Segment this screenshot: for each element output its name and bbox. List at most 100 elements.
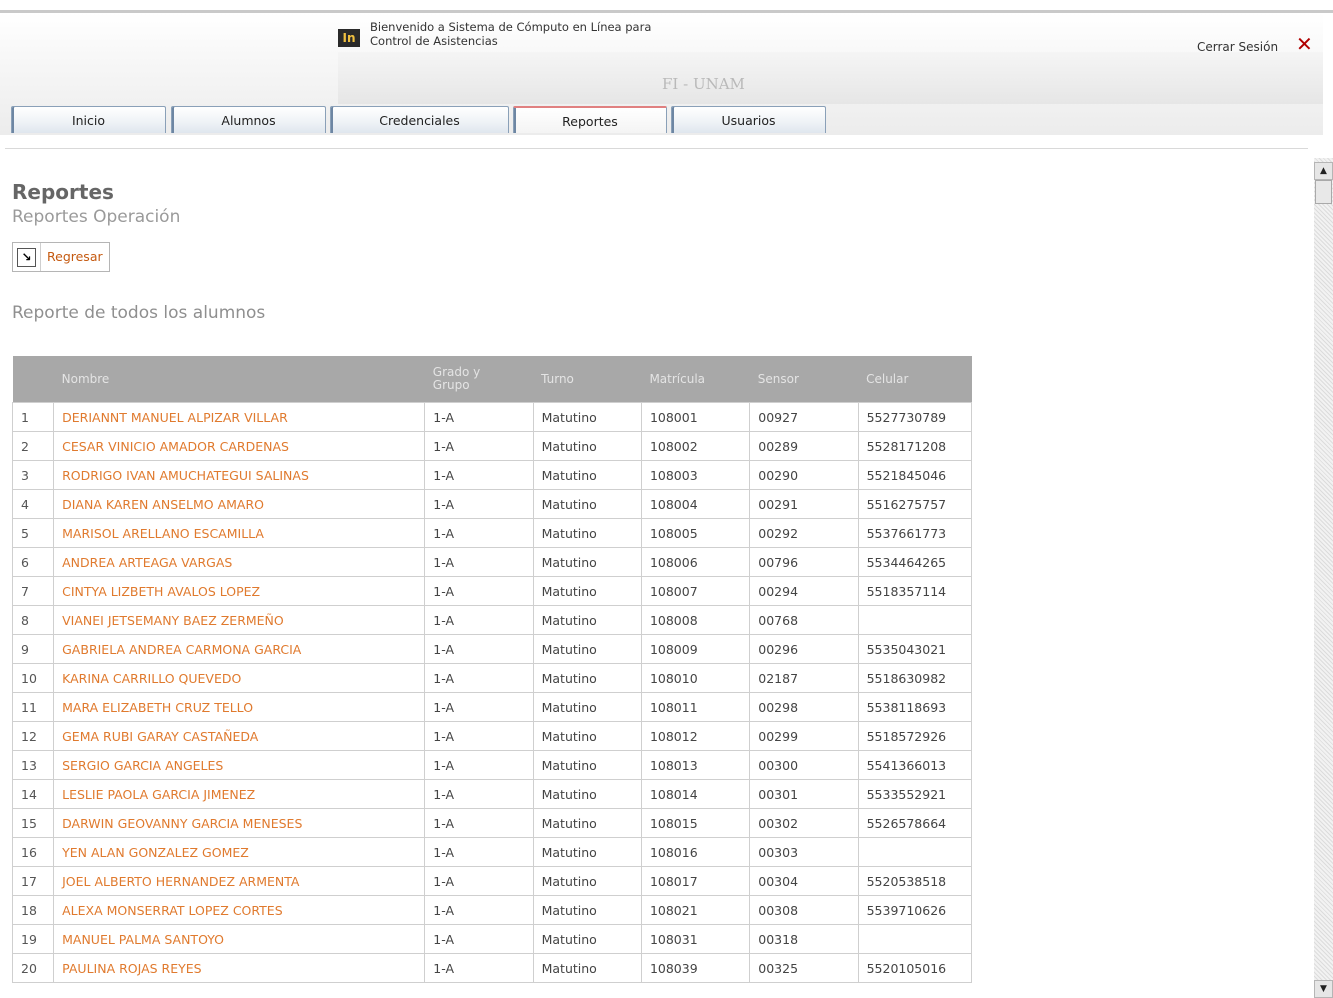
column-header: Sensor <box>749 356 859 403</box>
page-subtitle: Reportes Operación <box>12 207 181 227</box>
phone-cell: 5521845046 <box>857 460 973 490</box>
shift-cell: Matutino <box>532 750 642 780</box>
table-row: 15 DARWIN GEOVANNY GARCIA MENESES 1-A Matut… <box>11 808 973 838</box>
student-name-cell[interactable]: SERGIO GARCIA ANGELES <box>53 750 426 780</box>
divider <box>5 148 1308 149</box>
row-number-cell: 8 <box>11 605 55 635</box>
sensor-id-cell: 00296 <box>749 634 859 664</box>
grade-group-cell: 1-A <box>424 605 534 635</box>
column-header <box>12 356 54 403</box>
student-name-cell[interactable]: GEMA RUBI GARAY CASTAÑEDA <box>53 721 426 751</box>
phone-cell: 5516275757 <box>857 489 973 519</box>
grade-group-cell: 1-A <box>424 866 534 896</box>
student-name-cell[interactable]: DERIANNT MANUEL ALPIZAR VILLAR <box>53 402 426 432</box>
sensor-id-cell: 02187 <box>749 663 859 693</box>
report-title: Reporte de todos los alumnos <box>12 303 266 323</box>
enrollment-id-cell: 108031 <box>640 924 751 954</box>
enrollment-id-cell: 108016 <box>640 837 751 867</box>
tab-usuarios[interactable]: Usuarios <box>671 106 826 133</box>
table-row: 13 SERGIO GARCIA ANGELES 1-A Matutino 108013… <box>11 750 973 780</box>
phone-cell: 5520105016 <box>857 953 973 983</box>
back-button-label: Regresar <box>40 243 109 271</box>
enrollment-id-cell: 108015 <box>640 808 751 838</box>
enrollment-id-cell: 108006 <box>640 547 751 577</box>
table-row: 17 JOEL ALBERTO HERNANDEZ ARMENTA 1-A Matut… <box>11 866 973 896</box>
table-row: 4 DIANA KAREN ANSELMO AMARO 1-A Matutino 108… <box>11 489 973 519</box>
row-number-cell: 6 <box>11 547 55 577</box>
enrollment-id-cell: 108005 <box>640 518 751 548</box>
sensor-id-cell: 00292 <box>749 518 859 548</box>
phone-cell: 5534464265 <box>857 547 973 577</box>
table-row: 1 DERIANNT MANUEL ALPIZAR VILLAR 1-A Matuti… <box>11 402 973 432</box>
back-button[interactable]: ↘ Regresar <box>12 242 110 272</box>
student-name-cell[interactable]: PAULINA ROJAS REYES <box>53 953 426 983</box>
table-row: 5 MARISOL ARELLANO ESCAMILLA 1-A Matutino 10… <box>11 518 973 548</box>
student-name-cell[interactable]: CESAR VINICIO AMADOR CARDENAS <box>53 431 426 461</box>
shift-cell: Matutino <box>532 547 642 577</box>
shift-cell: Matutino <box>532 692 642 722</box>
vertical-scrollbar[interactable] <box>1314 158 1333 998</box>
grade-group-cell: 1-A <box>424 634 534 664</box>
scroll-down-icon[interactable]: ▼ <box>1314 980 1333 998</box>
student-name-cell[interactable]: MARISOL ARELLANO ESCAMILLA <box>53 518 426 548</box>
row-number-cell: 3 <box>11 460 55 490</box>
shift-cell: Matutino <box>532 634 642 664</box>
student-name-cell[interactable]: CINTYA LIZBETH AVALOS LOPEZ <box>53 576 426 606</box>
grade-group-cell: 1-A <box>424 402 534 432</box>
row-number-cell: 5 <box>11 518 55 548</box>
scroll-thumb[interactable] <box>1315 180 1332 204</box>
phone-cell: 5535043021 <box>857 634 973 664</box>
tab-inicio[interactable]: Inicio <box>11 106 166 133</box>
enrollment-id-cell: 108007 <box>640 576 751 606</box>
column-header: Matrícula <box>641 356 750 403</box>
student-name-cell[interactable]: LESLIE PAOLA GARCIA JIMENEZ <box>53 779 426 809</box>
table-row: 9 GABRIELA ANDREA CARMONA GARCIA 1-A Matuti… <box>11 634 973 664</box>
student-name-cell[interactable]: YEN ALAN GONZALEZ GOMEZ <box>53 837 426 867</box>
shift-cell: Matutino <box>532 808 642 838</box>
tab-reportes[interactable]: Reportes <box>513 106 667 133</box>
table-row: 6 ANDREA ARTEAGA VARGAS 1-A Matutino 108006 0… <box>11 547 973 577</box>
row-number-cell: 1 <box>11 402 55 432</box>
student-name-cell[interactable]: DARWIN GEOVANNY GARCIA MENESES <box>53 808 426 838</box>
row-number-cell: 16 <box>11 837 55 867</box>
sensor-id-cell: 00318 <box>749 924 859 954</box>
phone-cell: 5526578664 <box>857 808 973 838</box>
enrollment-id-cell: 108010 <box>640 663 751 693</box>
student-name-cell[interactable]: DIANA KAREN ANSELMO AMARO <box>53 489 426 519</box>
grade-group-cell: 1-A <box>424 460 534 490</box>
scroll-up-icon[interactable]: ▲ <box>1314 162 1333 180</box>
enrollment-id-cell: 108014 <box>640 779 751 809</box>
student-name-cell[interactable]: ALEXA MONSERRAT LOPEZ CORTES <box>53 895 426 925</box>
grade-group-cell: 1-A <box>424 808 534 838</box>
row-number-cell: 20 <box>11 953 55 983</box>
enrollment-id-cell: 108012 <box>640 721 751 751</box>
shift-cell: Matutino <box>532 605 642 635</box>
close-icon[interactable]: ✕ <box>1296 32 1313 56</box>
phone-cell <box>857 837 973 867</box>
shift-cell: Matutino <box>532 518 642 548</box>
student-name-cell[interactable]: GABRIELA ANDREA CARMONA GARCIA <box>53 634 426 664</box>
shift-cell: Matutino <box>532 663 642 693</box>
student-name-cell[interactable]: RODRIGO IVAN AMUCHATEGUI SALINAS <box>53 460 426 490</box>
shift-cell: Matutino <box>532 924 642 954</box>
student-name-cell[interactable]: KARINA CARRILLO QUEVEDO <box>53 663 426 693</box>
student-name-cell[interactable]: MARA ELIZABETH CRUZ TELLO <box>53 692 426 722</box>
grade-group-cell: 1-A <box>424 721 534 751</box>
sensor-id-cell: 00301 <box>749 779 859 809</box>
student-name-cell[interactable]: MANUEL PALMA SANTOYO <box>53 924 426 954</box>
row-number-cell: 15 <box>11 808 55 838</box>
student-name-cell[interactable]: ANDREA ARTEAGA VARGAS <box>53 547 426 577</box>
shift-cell: Matutino <box>532 866 642 896</box>
enrollment-id-cell: 108039 <box>640 953 751 983</box>
tab-alumnos[interactable]: Alumnos <box>171 106 326 133</box>
phone-cell: 5537661773 <box>857 518 973 548</box>
logout-link[interactable]: Cerrar Sesión <box>1197 40 1278 54</box>
grade-group-cell: 1-A <box>424 924 534 954</box>
welcome-text: Bienvenido a Sistema de Cómputo en Línea… <box>370 20 652 48</box>
student-name-cell[interactable]: VIANEI JETSEMANY BAEZ ZERMEÑO <box>53 605 426 635</box>
tab-credenciales[interactable]: Credenciales <box>330 106 509 133</box>
row-number-cell: 10 <box>11 663 55 693</box>
shift-cell: Matutino <box>532 837 642 867</box>
student-name-cell[interactable]: JOEL ALBERTO HERNANDEZ ARMENTA <box>53 866 426 896</box>
sensor-id-cell: 00302 <box>749 808 859 838</box>
